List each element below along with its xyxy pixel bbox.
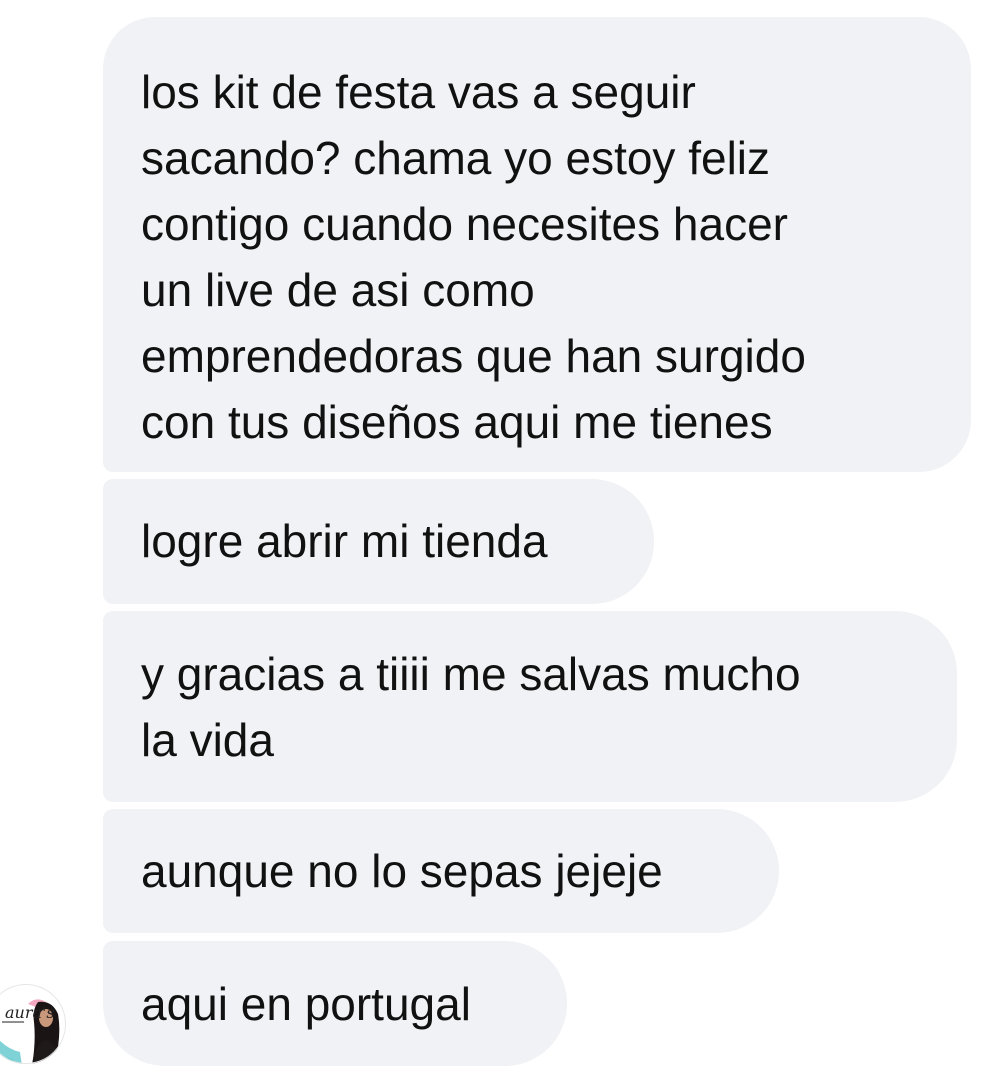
message-bubble[interactable]: logre abrir mi tienda bbox=[103, 479, 654, 604]
message-thread: los kit de festa vas a seguir sacando? c… bbox=[0, 0, 992, 1089]
avatar-logo-text: aura's bbox=[5, 1003, 55, 1022]
message-bubble[interactable]: y gracias a tiiii me salvas mucho la vid… bbox=[103, 611, 957, 802]
avatar-image: aura's bbox=[0, 984, 66, 1064]
message-bubble[interactable]: aqui en portugal bbox=[103, 941, 567, 1066]
message-bubble[interactable]: los kit de festa vas a seguir sacando? c… bbox=[103, 17, 971, 472]
message-bubble[interactable]: aunque no lo sepas jejeje bbox=[103, 809, 779, 933]
sender-avatar[interactable]: aura's bbox=[0, 982, 66, 1066]
